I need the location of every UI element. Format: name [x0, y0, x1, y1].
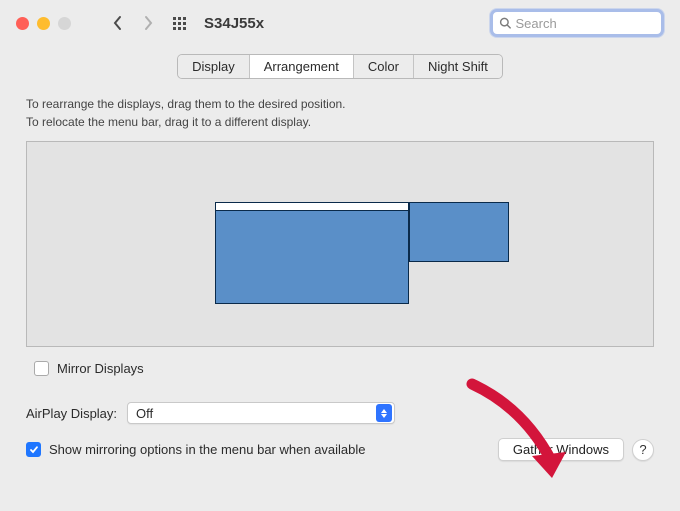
tab-color[interactable]: Color [354, 55, 414, 78]
airplay-value: Off [136, 406, 153, 421]
forward-button [137, 8, 159, 38]
arrangement-canvas[interactable] [26, 141, 654, 347]
search-input[interactable] [516, 16, 655, 31]
show-mirroring-label: Show mirroring options in the menu bar w… [49, 442, 366, 457]
chevron-left-icon [113, 15, 123, 31]
tab-bar: Display Arrangement Color Night Shift [20, 54, 660, 79]
show-all-button[interactable] [173, 17, 186, 30]
search-icon [499, 16, 512, 30]
tab-night-shift[interactable]: Night Shift [414, 55, 502, 78]
popup-arrows-icon [376, 404, 392, 422]
help-button[interactable]: ? [632, 439, 654, 461]
mirror-displays-checkbox[interactable] [34, 361, 49, 376]
search-field[interactable] [490, 9, 664, 37]
minimize-window-button[interactable] [37, 17, 50, 30]
close-window-button[interactable] [16, 17, 29, 30]
menu-bar-handle[interactable] [216, 203, 408, 211]
instructions-text: To rearrange the displays, drag them to … [26, 95, 654, 131]
zoom-window-button [58, 17, 71, 30]
gather-windows-button[interactable]: Gather Windows [498, 438, 624, 461]
airplay-label: AirPlay Display: [26, 406, 117, 421]
window-title: S34J55x [204, 15, 264, 32]
show-mirroring-checkbox[interactable] [26, 442, 41, 457]
airplay-popup[interactable]: Off [127, 402, 395, 424]
back-button[interactable] [107, 8, 129, 38]
display-primary[interactable] [215, 202, 409, 304]
tab-arrangement[interactable]: Arrangement [250, 55, 354, 78]
display-secondary[interactable] [409, 202, 509, 262]
mirror-displays-label: Mirror Displays [57, 361, 144, 376]
preferences-content: Display Arrangement Color Night Shift To… [0, 54, 680, 461]
tab-display[interactable]: Display [178, 55, 250, 78]
window-controls [16, 17, 71, 30]
chevron-right-icon [143, 15, 153, 31]
window-titlebar: S34J55x [0, 0, 680, 46]
